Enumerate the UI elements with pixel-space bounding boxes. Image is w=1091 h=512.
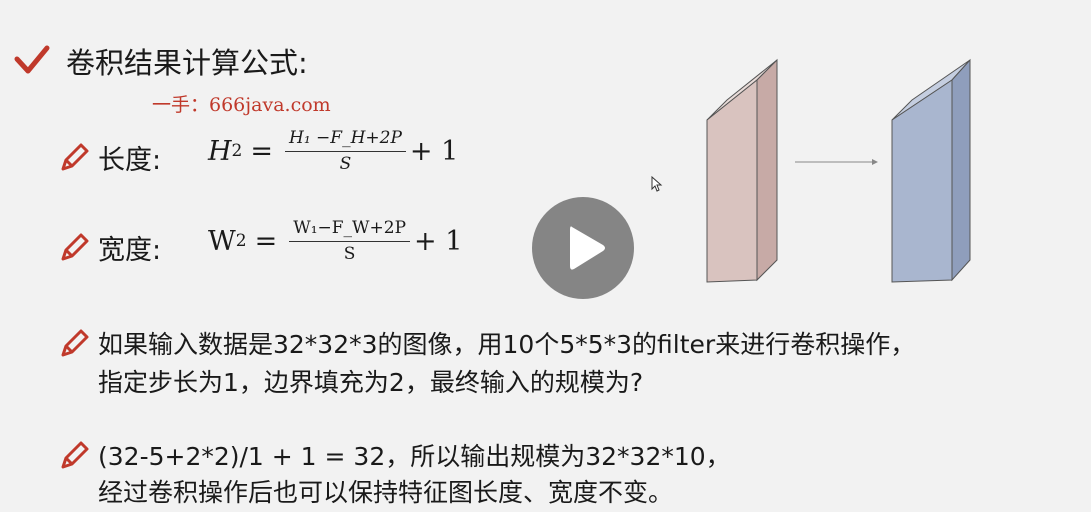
width-equals: = bbox=[254, 225, 278, 257]
width-numerator: W₁−F_W+2P bbox=[289, 218, 411, 242]
width-denominator: S bbox=[343, 244, 356, 264]
pencil-icon bbox=[61, 441, 89, 469]
height-numerator: H₁ −F_H+2P bbox=[285, 128, 406, 152]
height-plus-one: + 1 bbox=[409, 135, 459, 167]
cursor-icon bbox=[651, 176, 663, 192]
answer-line-2: 经过卷积操作后也可以保持特征图长度、宽度不变。 bbox=[98, 478, 674, 507]
pencil-icon bbox=[61, 329, 89, 357]
question-line-1: 如果输入数据是32*32*3的图像，用10个5*5*3的filter来进行卷积操… bbox=[98, 330, 916, 359]
width-lhs-var: W bbox=[208, 225, 236, 257]
answer-line-1: (32-5+2*2)/1 + 1 = 32，所以输出规模为32*32*10， bbox=[98, 442, 731, 471]
width-label: 宽度: bbox=[98, 235, 162, 266]
height-denominator: S bbox=[339, 154, 352, 174]
height-lhs-sub: 2 bbox=[231, 141, 243, 161]
watermark-text: 一手：666java.com bbox=[152, 94, 331, 116]
input-block bbox=[706, 58, 778, 283]
play-icon bbox=[570, 226, 605, 270]
height-equals: = bbox=[250, 135, 273, 167]
pencil-icon bbox=[61, 143, 89, 171]
height-fraction: H₁ −F_H+2P S bbox=[285, 128, 406, 174]
width-formula: W2 = W₁−F_W+2P S + 1 bbox=[208, 218, 462, 264]
width-lhs-sub: 2 bbox=[235, 231, 247, 251]
conv-diagram bbox=[706, 58, 971, 283]
width-fraction: W₁−F_W+2P S bbox=[289, 218, 411, 264]
pencil-icon bbox=[61, 233, 89, 261]
output-block bbox=[891, 58, 971, 283]
height-formula: H2 = H₁ −F_H+2P S + 1 bbox=[208, 128, 458, 174]
question-line-2: 指定步长为1，边界填充为2，最终输入的规模为? bbox=[98, 368, 644, 397]
height-label: 长度: bbox=[98, 145, 162, 176]
play-button[interactable] bbox=[532, 197, 634, 299]
arrow-head bbox=[872, 159, 878, 165]
check-icon bbox=[14, 45, 50, 74]
height-lhs-var: H bbox=[208, 135, 232, 167]
width-plus-one: + 1 bbox=[414, 225, 463, 257]
slide-title: 卷积结果计算公式: bbox=[66, 46, 308, 80]
